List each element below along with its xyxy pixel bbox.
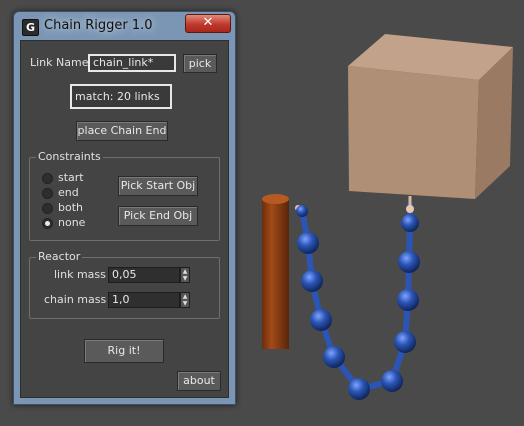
radio-both-label: both [58,201,83,214]
link-mass-field[interactable]: 0,05 [108,267,180,283]
chain-mass-field[interactable]: 1,0 [108,292,180,308]
chain-ball [381,370,403,392]
chain-links [299,202,413,393]
dialog-body: Link Name: chain_link* pick match: 20 li… [20,40,229,398]
chain-ball [401,214,419,232]
radio-both[interactable] [42,203,53,214]
chain-ball [348,378,370,400]
title-bar[interactable]: G Chain Rigger 1.0 ✕ [14,12,235,40]
link-mass-label: link mass [54,268,106,281]
rig-it-button[interactable]: Rig it! [84,339,164,363]
chain-rigger-window: G Chain Rigger 1.0 ✕ Link Name: chain_li… [13,11,236,405]
constraints-group-title: Constraints [36,150,103,163]
chain-ball [297,232,319,254]
link-mass-spinner[interactable]: 0,05 ▲ ▼ [108,267,190,283]
gear-icon: G [22,19,39,36]
link-name-input[interactable]: chain_link* [88,54,176,72]
chain-ball [310,309,332,331]
pick-start-obj-button[interactable]: Pick Start Obj [118,176,198,196]
close-button[interactable]: ✕ [185,14,231,33]
window-title: Chain Rigger 1.0 [44,18,153,33]
box-object[interactable] [348,34,513,199]
radio-none-label: none [58,216,86,229]
chain-mass-spinner[interactable]: 1,0 ▲ ▼ [108,292,190,308]
chain-mass-label: chain mass [44,293,107,306]
chain-ball [397,289,419,311]
radio-start[interactable] [42,173,53,184]
chain-ball [394,331,416,353]
spinner-arrows-icon[interactable]: ▲ ▼ [180,267,190,283]
radio-end-label: end [58,186,79,199]
radio-none[interactable] [42,218,53,229]
place-chain-end-button[interactable]: place Chain End [76,121,168,141]
radio-end[interactable] [42,188,53,199]
link-name-label: Link Name: [30,56,93,69]
post-top [262,194,289,204]
spinner-arrows-icon[interactable]: ▲ ▼ [180,292,190,308]
post-object[interactable] [262,194,289,349]
reactor-group-title: Reactor [36,250,83,263]
chain-ball [323,346,345,368]
radio-start-label: start [58,171,84,184]
pick-button[interactable]: pick [183,54,217,73]
chain-ball [398,251,420,273]
post-body [262,199,289,349]
chain-ball [301,270,323,292]
box-front-face [348,66,479,199]
pick-end-obj-button[interactable]: Pick End Obj [118,206,198,226]
about-button[interactable]: about [177,371,221,391]
reactor-group: Reactor link mass 0,05 ▲ ▼ chain mass 1,0… [29,250,220,319]
constraints-group: Constraints start end both none Pick Sta… [29,150,220,241]
chain-end-pivot [406,205,414,213]
chain-ball [296,205,308,217]
match-count-display: match: 20 links [70,84,172,109]
